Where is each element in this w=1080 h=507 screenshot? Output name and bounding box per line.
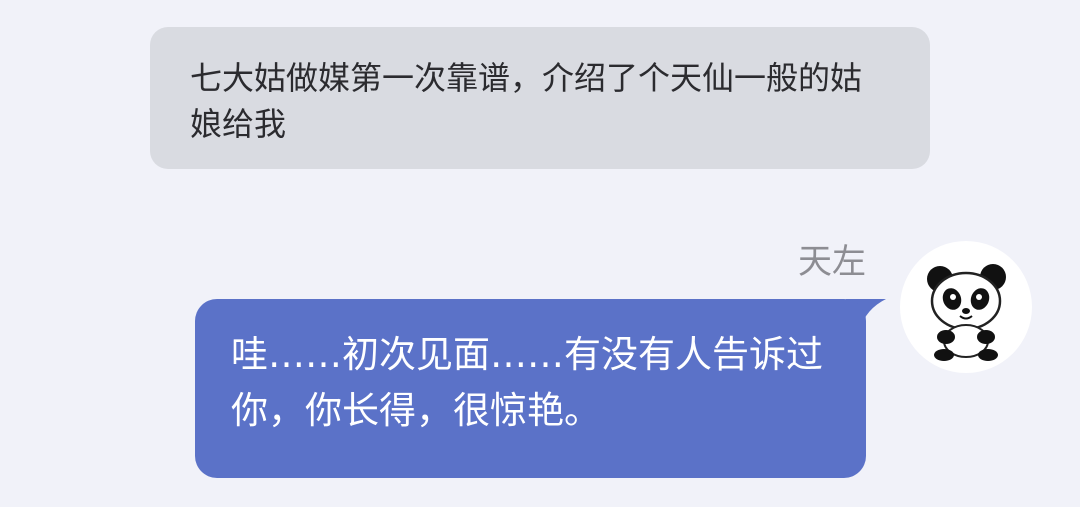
incoming-message-bubble[interactable]: 七大姑做媒第一次靠谱，介绍了个天仙一般的姑娘给我 (150, 27, 930, 169)
sender-name: 天左 (798, 242, 866, 282)
incoming-message-text: 七大姑做媒第一次靠谱，介绍了个天仙一般的姑娘给我 (190, 59, 863, 143)
outgoing-message-bubble[interactable]: 哇……初次见面……有没有人告诉过你，你长得，很惊艳。 (195, 299, 866, 478)
panda-avatar-icon[interactable] (900, 241, 1032, 373)
outgoing-message-text: 哇……初次见面……有没有人告诉过你，你长得，很惊艳。 (231, 333, 823, 432)
